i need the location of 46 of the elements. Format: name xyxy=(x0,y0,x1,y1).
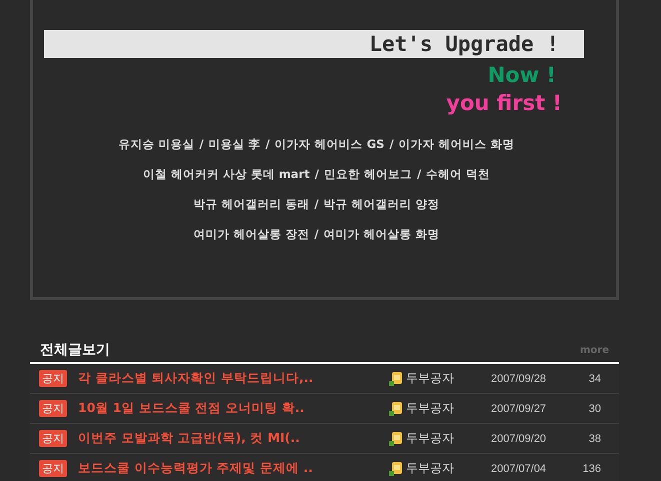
author: 두부공자 xyxy=(406,430,455,447)
separator: / xyxy=(314,197,319,211)
author: 두부공자 xyxy=(406,460,455,477)
post-title[interactable]: 보드스쿨 이수능력평가 주제및 문제에 .. xyxy=(78,460,377,477)
shop-link[interactable]: 여미가 헤어살롱 화명 xyxy=(324,226,440,242)
user-icon xyxy=(389,401,403,416)
post-title[interactable]: 10월 1일 보드스쿨 전점 오너미팅 확.. xyxy=(78,400,377,417)
shop-link[interactable]: 유지승 미용실 xyxy=(118,136,194,152)
post-date: 2007/07/04 xyxy=(491,462,548,474)
shop-link[interactable]: 수헤어 덕천 xyxy=(426,166,490,182)
post-title[interactable]: 각 클라스별 퇴사자확인 부탁드립니다,.. xyxy=(78,370,377,387)
separator: / xyxy=(389,137,394,151)
post-date: 2007/09/28 xyxy=(491,372,548,384)
notice-badge: 공지 xyxy=(39,430,67,447)
user-icon xyxy=(389,371,403,386)
notice-badge: 공지 xyxy=(39,370,67,387)
separator: / xyxy=(199,137,204,151)
view-count: 30 xyxy=(588,402,601,414)
post-date: 2007/09/20 xyxy=(491,432,548,444)
shop-link[interactable]: 미용실 李 xyxy=(208,136,261,152)
shop-link[interactable]: 이가자 헤어비스 GS xyxy=(274,136,384,152)
shop-link[interactable]: 박규 헤어갤러리 동래 xyxy=(193,196,310,212)
headline: Let's Upgrade ! xyxy=(369,32,559,56)
tagline: you first ! xyxy=(445,90,563,117)
separator: / xyxy=(266,137,270,151)
shop-link[interactable]: 민요한 헤어보그 xyxy=(324,166,412,182)
notice-badge: 공지 xyxy=(39,460,67,477)
view-count: 38 xyxy=(588,432,601,444)
separator: / xyxy=(314,227,319,241)
notice-badge: 공지 xyxy=(39,400,67,417)
separator: / xyxy=(314,167,319,181)
author: 두부공자 xyxy=(406,370,455,387)
shop-link[interactable]: 여미가 헤어살롱 장전 xyxy=(193,226,310,242)
view-count: 34 xyxy=(588,372,601,384)
post-title[interactable]: 이번주 모발과학 고급반(목), 컷 MI(.. xyxy=(78,430,377,447)
post-date: 2007/09/27 xyxy=(491,402,548,414)
author: 두부공자 xyxy=(406,400,455,417)
shop-link[interactable]: 박규 헤어갤러리 양정 xyxy=(324,196,440,212)
view-count: 136 xyxy=(582,462,601,474)
separator: / xyxy=(416,167,422,181)
tagline: Now ! xyxy=(486,62,557,89)
shop-link[interactable]: 이철 헤어커커 사상 롯데 mart xyxy=(142,166,310,182)
user-icon xyxy=(389,461,403,476)
shop-link[interactable]: 이가자 헤어비스 화명 xyxy=(398,136,515,152)
user-icon xyxy=(389,431,403,446)
board-title: 전체글보기 xyxy=(40,341,110,359)
